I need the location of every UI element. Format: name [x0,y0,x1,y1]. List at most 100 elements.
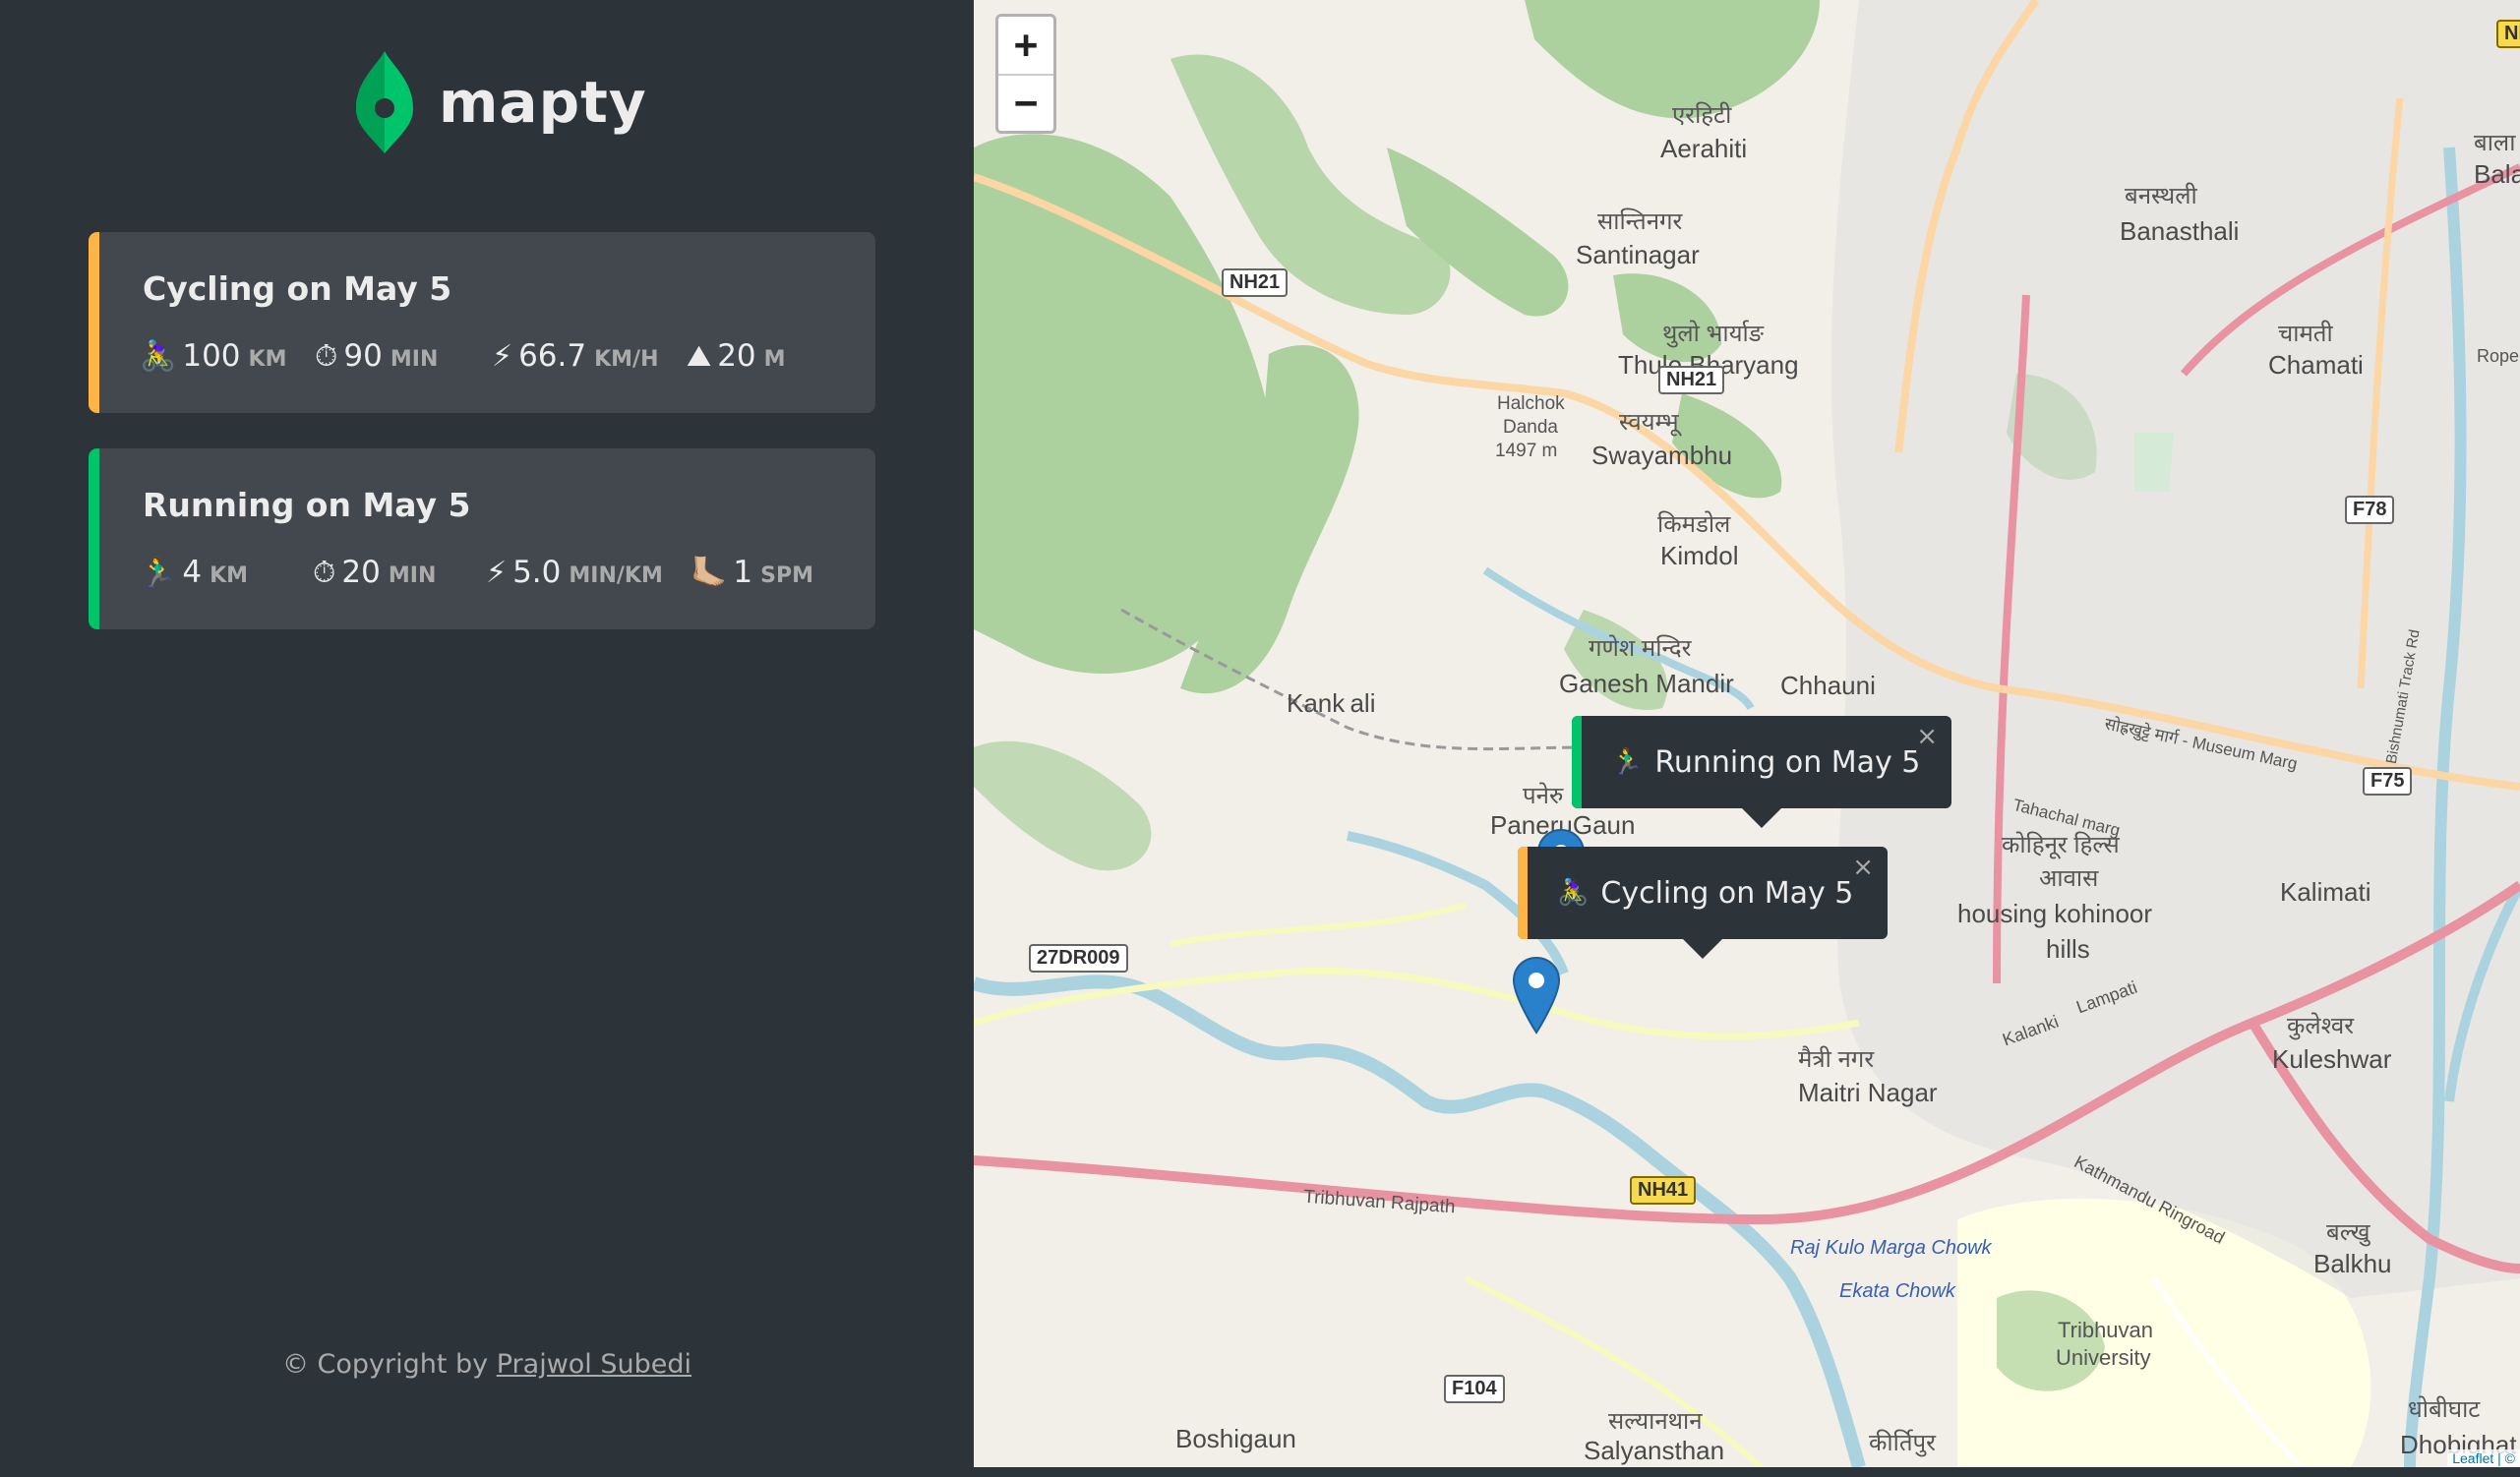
map-label: गणेश मन्दिर [1589,635,1692,662]
map-label: बाला [2474,130,2516,156]
stopwatch-icon: ⏱ [315,339,338,374]
map-label: बल्खु [2326,1219,2370,1246]
road-shield: NH [2496,20,2520,48]
lightning-icon: ⚡ [486,556,508,590]
zoom-control: + − [995,14,1056,134]
map-label: एरहिटी [1672,102,1732,129]
map-label: housing kohinoor [1957,899,2153,928]
map-label: Boshigaun [1175,1424,1296,1453]
map-label: कीर्तिपुर [1869,1430,1936,1456]
map-label: धोबीघाट [2408,1396,2481,1423]
map-label: University [2056,1345,2151,1370]
app-name: mapty [439,69,647,136]
map-label: Chamati [2268,350,2364,380]
road-shield: NH21 [1222,268,1289,297]
map-label: Tribhuvan [2058,1318,2154,1342]
map-label: Bala [2474,159,2520,189]
map-label: थुलो भार्याङ [1662,321,1765,347]
map-label: Kalimati [2280,877,2371,907]
popup-text: Running on May 5 [1654,744,1921,780]
distance-unit: km [210,563,249,588]
road-shield: 27DR009 [1029,944,1128,973]
workout-pace: ⚡ 5.0 min/km [486,555,663,590]
map-label: Halchok [1497,393,1565,414]
popup-text: Cycling on May 5 [1600,875,1854,911]
map-label: कुलेश्वर [2287,1013,2355,1039]
zoom-out-button[interactable]: − [998,74,1053,131]
map-label: Banasthali [2120,216,2240,246]
map-label: पनेरु [1523,783,1564,809]
workout-elevation: ⛰ 20 m [687,338,786,374]
distance-unit: km [248,347,287,372]
map-label: बनस्थली [2125,183,2197,209]
pace-value: 5.0 [512,555,562,590]
sidebar: mapty Cycling on May 5 🚴‍♀️ 100 km ⏱ 90 … [0,0,974,1467]
workout-cadence: 🦶🏼 1 spm [690,555,813,590]
map-label: किमडोल [1657,511,1731,538]
map-label: Kimdol [1660,541,1739,570]
map-label: Balkhu [2313,1249,2392,1278]
map-label: सान्तिनगर [1597,208,1683,235]
map-label: चामती [2278,321,2333,347]
speed-value: 66.7 [518,338,587,374]
map-label: Danda [1503,417,1558,438]
map-label: Raj Kulo Marga Chowk [1790,1237,1992,1259]
map-label: आवास [2039,865,2099,892]
road-shield: NH21 [1658,366,1725,394]
close-icon[interactable]: × [1852,853,1874,882]
workout-title: Cycling on May 5 [143,269,452,308]
road-shield: F75 [2363,767,2413,796]
cyclist-icon: 🚴‍♀️ [140,339,177,374]
map-label: Aerahiti [1660,134,1748,163]
zoom-in-button[interactable]: + [998,17,1053,74]
workout-duration: ⏱ 90 min [315,338,438,374]
duration-unit: min [390,347,439,372]
lightning-icon: ⚡ [492,339,513,374]
elevation-unit: m [763,347,786,372]
close-icon[interactable]: × [1916,722,1938,751]
logo: mapty [356,51,647,153]
workout-cycling[interactable]: Cycling on May 5 🚴‍♀️ 100 km ⏱ 90 min ⚡ … [89,232,875,413]
workout-distance: 🏃‍♂️ 4 km [140,555,248,590]
road-shield: NH41 [1630,1176,1697,1205]
map-label: Swayambhu [1591,441,1733,470]
cadence-value: 1 [733,555,753,590]
runner-icon: 🏃‍♂️ [1611,747,1644,777]
map[interactable]: एरहिटी Aerahiti सान्तिनगर Santinagar बनस… [974,0,2520,1467]
duration-value: 20 [341,555,381,590]
stopwatch-icon: ⏱ [313,556,336,590]
popup-running: 🏃‍♂️ Running on May 5 × [1572,716,1951,828]
workout-running[interactable]: Running on May 5 🏃‍♂️ 4 km ⏱ 20 min ⚡ 5.… [89,448,875,629]
map-attribution[interactable]: Leaflet | © [2447,1449,2520,1467]
distance-value: 100 [182,338,241,374]
foot-icon: 🦶🏼 [690,556,728,590]
road-shield: F104 [1444,1375,1505,1403]
map-label: सल्यानथान [1608,1408,1703,1435]
map-marker-icon[interactable] [1512,956,1561,1034]
map-label: स्वयम्भू [1619,409,1679,436]
cadence-unit: spm [760,563,813,588]
runner-icon: 🏃‍♂️ [140,556,177,590]
workout-speed: ⚡ 66.7 km/h [492,338,659,374]
popup-cycling: 🚴‍♀️ Cycling on May 5 × [1518,847,1888,959]
pace-unit: min/km [569,563,663,588]
mountain-icon: ⛰ [687,339,712,374]
speed-unit: km/h [594,347,659,372]
map-label: मैत्री नगर [1798,1046,1875,1073]
map-label: Santinagar [1576,240,1700,269]
copyright: © Copyright by Prajwol Subedi [0,1349,974,1380]
map-label: hills [2046,934,2090,964]
map-label: Maitri Nagar [1798,1078,1938,1107]
duration-value: 90 [343,338,383,374]
author-link[interactable]: Prajwol Subedi [497,1349,691,1380]
map-label: Ganesh Mandir [1559,669,1734,698]
map-label: Kank ali [1287,688,1376,718]
map-label: Rope [2477,346,2520,366]
map-label: Ekata Chowk [1839,1280,1955,1302]
map-label: Salyansthan [1584,1436,1725,1465]
map-label: Kuleshwar [2272,1044,2392,1074]
map-label: Chhauni [1780,671,1876,700]
copyright-prefix: © Copyright by [281,1349,497,1380]
bottom-strip [0,1467,2520,1477]
workout-distance: 🚴‍♀️ 100 km [140,338,286,374]
